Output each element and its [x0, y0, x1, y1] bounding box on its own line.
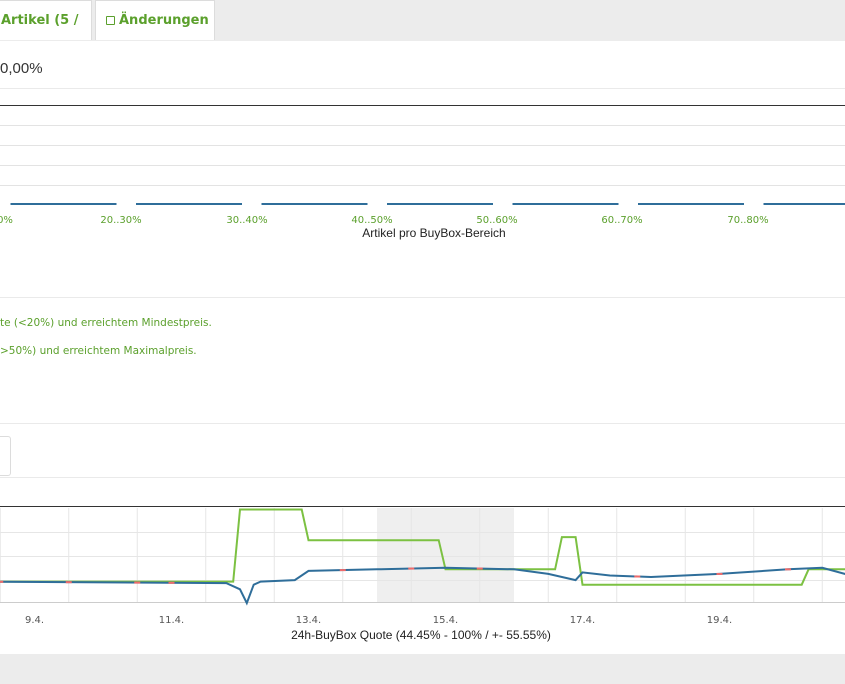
x-tick-label: 13.4. — [296, 615, 321, 626]
x-tick-label: 20..30% — [100, 215, 141, 226]
tab-artikel[interactable]: Artikel (5 / 7) — [0, 0, 92, 68]
divider — [0, 423, 845, 424]
weekend-shade — [377, 508, 514, 602]
chart-control-button[interactable] — [0, 436, 11, 476]
x-tick-label: 0% — [0, 215, 13, 226]
buybox-quote-chart: 9.4.11.4.13.4.15.4.17.4.19.4.224h-BuyBox… — [0, 506, 845, 642]
x-axis-title: Artikel pro BuyBox-Bereich — [362, 226, 505, 240]
x-tick-label: 11.4. — [159, 615, 184, 626]
footer-bar — [0, 654, 845, 684]
x-tick-label: 15.4. — [433, 615, 458, 626]
bar — [261, 203, 368, 205]
tab-aenderungen-label: Änderungen — [119, 13, 209, 28]
x-tick-label: 17.4. — [570, 615, 595, 626]
bar — [136, 203, 242, 205]
buybox-range-chart: 0% 20..30% 30..40% 40..50% 50..60% 60..70% 70.… — [0, 105, 845, 240]
legend-high: >50%) und erreichtem Maximalpreis. — [0, 345, 197, 357]
divider — [0, 477, 845, 478]
x-axis-title: 24h-BuyBox Quote (44.45% - 100% / +- 55.… — [291, 628, 551, 642]
bar — [763, 203, 845, 205]
bar — [10, 203, 117, 205]
legend-low: te (<20%) und erreichtem Mindestpreis. — [0, 317, 212, 329]
x-tick-label: 60..70% — [601, 215, 642, 226]
tab-aenderungen[interactable]: Änderungen — [95, 0, 215, 40]
divider — [0, 297, 845, 298]
x-tick-label: 9.4. — [25, 615, 44, 626]
x-tick-label: 50..60% — [476, 215, 517, 226]
x-tick-label: 40..50% — [351, 215, 392, 226]
x-tick-label: 19.4. — [707, 615, 732, 626]
x-tick-label: 30..40% — [226, 215, 267, 226]
bar — [638, 203, 744, 205]
bar — [512, 203, 619, 205]
divider — [0, 88, 845, 89]
tab-bar: Artikel (5 / 7) Änderungen — [0, 0, 845, 68]
bar — [387, 203, 493, 205]
note-icon — [106, 16, 115, 25]
buybox-percentage: 0,00% — [0, 60, 43, 77]
x-tick-label: 70..80% — [727, 215, 768, 226]
